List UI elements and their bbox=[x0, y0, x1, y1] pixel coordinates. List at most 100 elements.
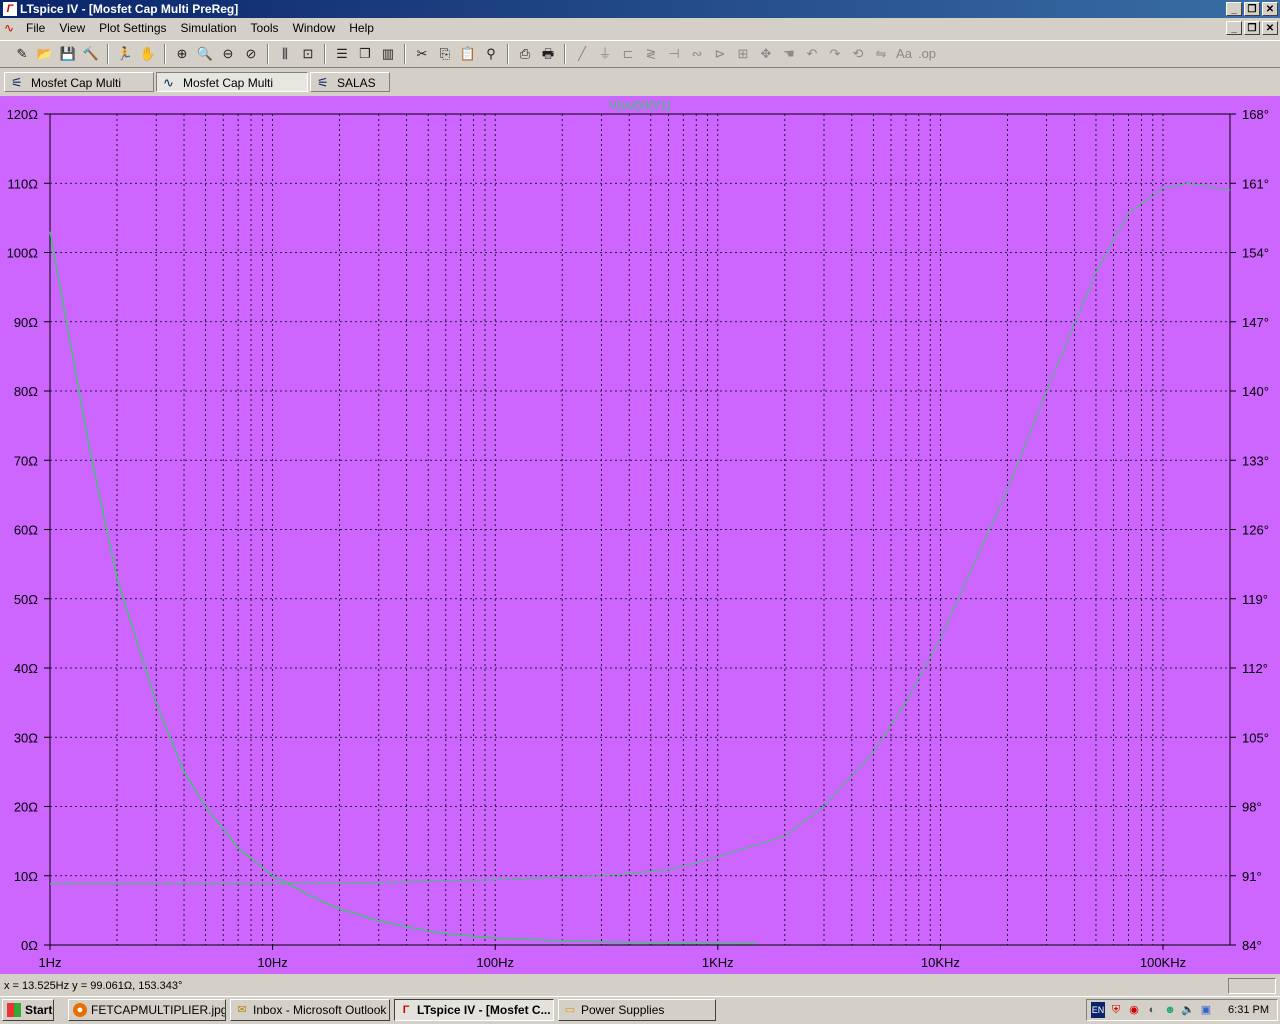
language-icon[interactable]: EN bbox=[1091, 1002, 1105, 1018]
y-left-tick-label: 20Ω bbox=[14, 800, 38, 815]
ground-icon[interactable]: ⏚ bbox=[595, 44, 615, 64]
wire-icon[interactable]: ╱ bbox=[572, 44, 592, 64]
clock: 6:31 PM bbox=[1228, 1004, 1269, 1016]
network-icon[interactable]: ◐ bbox=[1145, 1002, 1159, 1018]
find-icon[interactable]: ⚲ bbox=[481, 44, 501, 64]
menu-tools[interactable]: Tools bbox=[251, 18, 279, 38]
waveform-plot[interactable]: 1Hz 10Hz 100Hz 1KHz 10KHz 100KHz 0Ω 10Ω 20Ω 30Ω 40… bbox=[0, 96, 1280, 974]
x-tick-label: 10Hz bbox=[257, 955, 287, 970]
cascade-icon[interactable]: ❐ bbox=[355, 44, 375, 64]
open-icon[interactable]: 📂 bbox=[35, 44, 55, 64]
antivirus-icon[interactable]: ◉ bbox=[1127, 1002, 1141, 1018]
windows-logo-icon bbox=[7, 1003, 21, 1017]
drag-icon[interactable]: ☚ bbox=[779, 44, 799, 64]
menu-plot-settings[interactable]: Plot Settings bbox=[99, 18, 166, 38]
redo-icon[interactable]: ↷ bbox=[825, 44, 845, 64]
zoom-in-icon[interactable]: ⊕ bbox=[172, 44, 192, 64]
cut-icon[interactable]: ✂ bbox=[412, 44, 432, 64]
tab-schematic-prereg[interactable]: ⚟ Mosfet Cap Multi PreReg bbox=[4, 72, 154, 110]
toolbar-separator bbox=[164, 44, 166, 64]
label-icon[interactable]: ⊏ bbox=[618, 44, 638, 64]
zoom-cancel-icon[interactable]: ⊘ bbox=[241, 44, 261, 64]
close-button[interactable]: ✕ bbox=[1262, 2, 1278, 16]
copy-icon[interactable]: ⎘ bbox=[435, 44, 455, 64]
menu-simulation[interactable]: Simulation bbox=[181, 18, 237, 38]
messenger-icon[interactable]: ☻ bbox=[1163, 1002, 1177, 1018]
y-left-tick-label: 80Ω bbox=[14, 384, 38, 399]
ltspice-icon: Γ bbox=[402, 1004, 410, 1016]
run-icon[interactable]: 🏃 bbox=[115, 44, 135, 64]
paste-icon[interactable]: 📋 bbox=[458, 44, 478, 64]
phase-trace bbox=[50, 182, 1231, 885]
halt-icon[interactable]: ✋ bbox=[138, 44, 158, 64]
tile-vertical-icon[interactable]: ▥ bbox=[378, 44, 398, 64]
component-icon[interactable]: ⊞ bbox=[733, 44, 753, 64]
y-left-tick-label: 0Ω bbox=[21, 938, 38, 953]
document-tabs: ⚟ Mosfet Cap Multi PreReg ∿ Mosfet Cap M… bbox=[0, 70, 1280, 110]
waveform-doc-icon[interactable]: ∿ bbox=[4, 21, 18, 35]
x-tick-label: 10KHz bbox=[921, 955, 960, 970]
restore-button[interactable]: ❐ bbox=[1244, 2, 1260, 16]
window-title: LTspice IV - [Mosfet Cap Multi PreReg] bbox=[20, 2, 239, 16]
display-icon[interactable]: ▣ bbox=[1199, 1002, 1213, 1018]
minimize-button[interactable]: _ bbox=[1226, 2, 1242, 16]
task-ltspice[interactable]: Γ LTspice IV - [Mosfet C... bbox=[394, 999, 554, 1021]
control-panel-icon[interactable]: 🔨 bbox=[81, 44, 101, 64]
volume-icon[interactable]: 🔈 bbox=[1181, 1002, 1195, 1018]
outlook-icon: ✉ bbox=[237, 1004, 247, 1016]
toolbar-separator bbox=[267, 44, 269, 64]
doc-minimize-button[interactable]: _ bbox=[1226, 21, 1242, 35]
fit-icon[interactable]: ⊡ bbox=[298, 44, 318, 64]
menu-file[interactable]: File bbox=[26, 18, 45, 38]
waveform-icon: ∿ bbox=[163, 75, 174, 90]
resistor-icon[interactable]: ≷ bbox=[641, 44, 661, 64]
menu-window[interactable]: Window bbox=[293, 18, 336, 38]
plot-svg[interactable]: 1Hz 10Hz 100Hz 1KHz 10KHz 100KHz 0Ω 10Ω 20Ω 30Ω 40… bbox=[0, 96, 1280, 974]
y-left-tick-label: 70Ω bbox=[14, 453, 38, 468]
undo-icon[interactable]: ↶ bbox=[802, 44, 822, 64]
y-left-tick-label: 30Ω bbox=[14, 730, 38, 745]
rotate-icon[interactable]: ⟲ bbox=[848, 44, 868, 64]
spice-directive-icon[interactable]: .op bbox=[917, 44, 937, 64]
task-power-supplies[interactable]: ▭ Power Supplies bbox=[558, 999, 716, 1021]
status-bar: x = 13.525Hz y = 99.061Ω, 153.343° bbox=[0, 976, 1280, 996]
y-left-tick-label: 10Ω bbox=[14, 869, 38, 884]
task-firefox[interactable]: ● FETCAPMULTIPLIER.jpg ... bbox=[68, 999, 226, 1021]
doc-restore-button[interactable]: ❐ bbox=[1244, 21, 1260, 35]
menu-bar: ∿ File View Plot Settings Simulation Too… bbox=[0, 18, 1280, 38]
shield-icon[interactable]: ⛨ bbox=[1109, 1002, 1123, 1018]
y-left-tick-label: 110Ω bbox=[8, 176, 39, 191]
tile-horizontal-icon[interactable]: ☰ bbox=[332, 44, 352, 64]
inductor-icon[interactable]: ∾ bbox=[687, 44, 707, 64]
zoom-out-icon[interactable]: ⊖ bbox=[218, 44, 238, 64]
trace-label[interactable]: V(out)/I(V1) bbox=[609, 98, 671, 112]
y-left-tick-label: 60Ω bbox=[14, 523, 38, 538]
new-schematic-icon[interactable]: ✎ bbox=[12, 44, 32, 64]
y-right-tick-label: 154° bbox=[1242, 246, 1269, 261]
print-icon[interactable]: 🖶 bbox=[538, 44, 558, 64]
move-icon[interactable]: ✥ bbox=[756, 44, 776, 64]
x-tick-label: 1Hz bbox=[38, 955, 61, 970]
start-button[interactable]: Start bbox=[2, 999, 54, 1021]
window-titlebar[interactable]: Γ LTspice IV - [Mosfet Cap Multi PreReg]… bbox=[0, 0, 1280, 18]
tab-waveform-prereg[interactable]: ∿ Mosfet Cap Multi PreReg bbox=[156, 72, 308, 110]
task-outlook[interactable]: ✉ Inbox - Microsoft Outlook bbox=[230, 999, 390, 1021]
capacitor-icon[interactable]: ⊣ bbox=[664, 44, 684, 64]
firefox-icon: ● bbox=[73, 1003, 87, 1017]
menu-view[interactable]: View bbox=[59, 18, 85, 38]
system-tray: EN ⛨ ◉ ◐ ☻ 🔈 ▣ 6:31 PM bbox=[1086, 999, 1278, 1021]
ltspice-icon: Γ bbox=[3, 2, 17, 16]
menu-help[interactable]: Help bbox=[349, 18, 374, 38]
autorange-icon[interactable]: ⫼ bbox=[275, 44, 295, 64]
zoom-area-icon[interactable]: 🔍 bbox=[195, 44, 215, 64]
y-right-tick-label: 140° bbox=[1242, 384, 1269, 399]
doc-close-button[interactable]: ✕ bbox=[1262, 21, 1278, 35]
tab-salas-v1[interactable]: ⚟ SALAS V1 bbox=[310, 72, 390, 110]
toolbar: ✎ 📂 💾 🔨 🏃 ✋ ⊕ 🔍 ⊖ ⊘ ⫼ ⊡ ☰ ❐ ▥ ✂ ⎘ 📋 ⚲ ⎙ 🖶 ╱ ⏚ ⊏ ≷ ⊣ ∾ ⊳ ⊞ ✥ ☚ ↶ ↷ ⟲ ⇋ Aa .op bbox=[0, 40, 1280, 68]
mirror-icon[interactable]: ⇋ bbox=[871, 44, 891, 64]
print-setup-icon[interactable]: ⎙ bbox=[515, 44, 535, 64]
y-right-tick-label: 147° bbox=[1242, 315, 1269, 330]
save-icon[interactable]: 💾 bbox=[58, 44, 78, 64]
text-icon[interactable]: Aa bbox=[894, 44, 914, 64]
diode-icon[interactable]: ⊳ bbox=[710, 44, 730, 64]
